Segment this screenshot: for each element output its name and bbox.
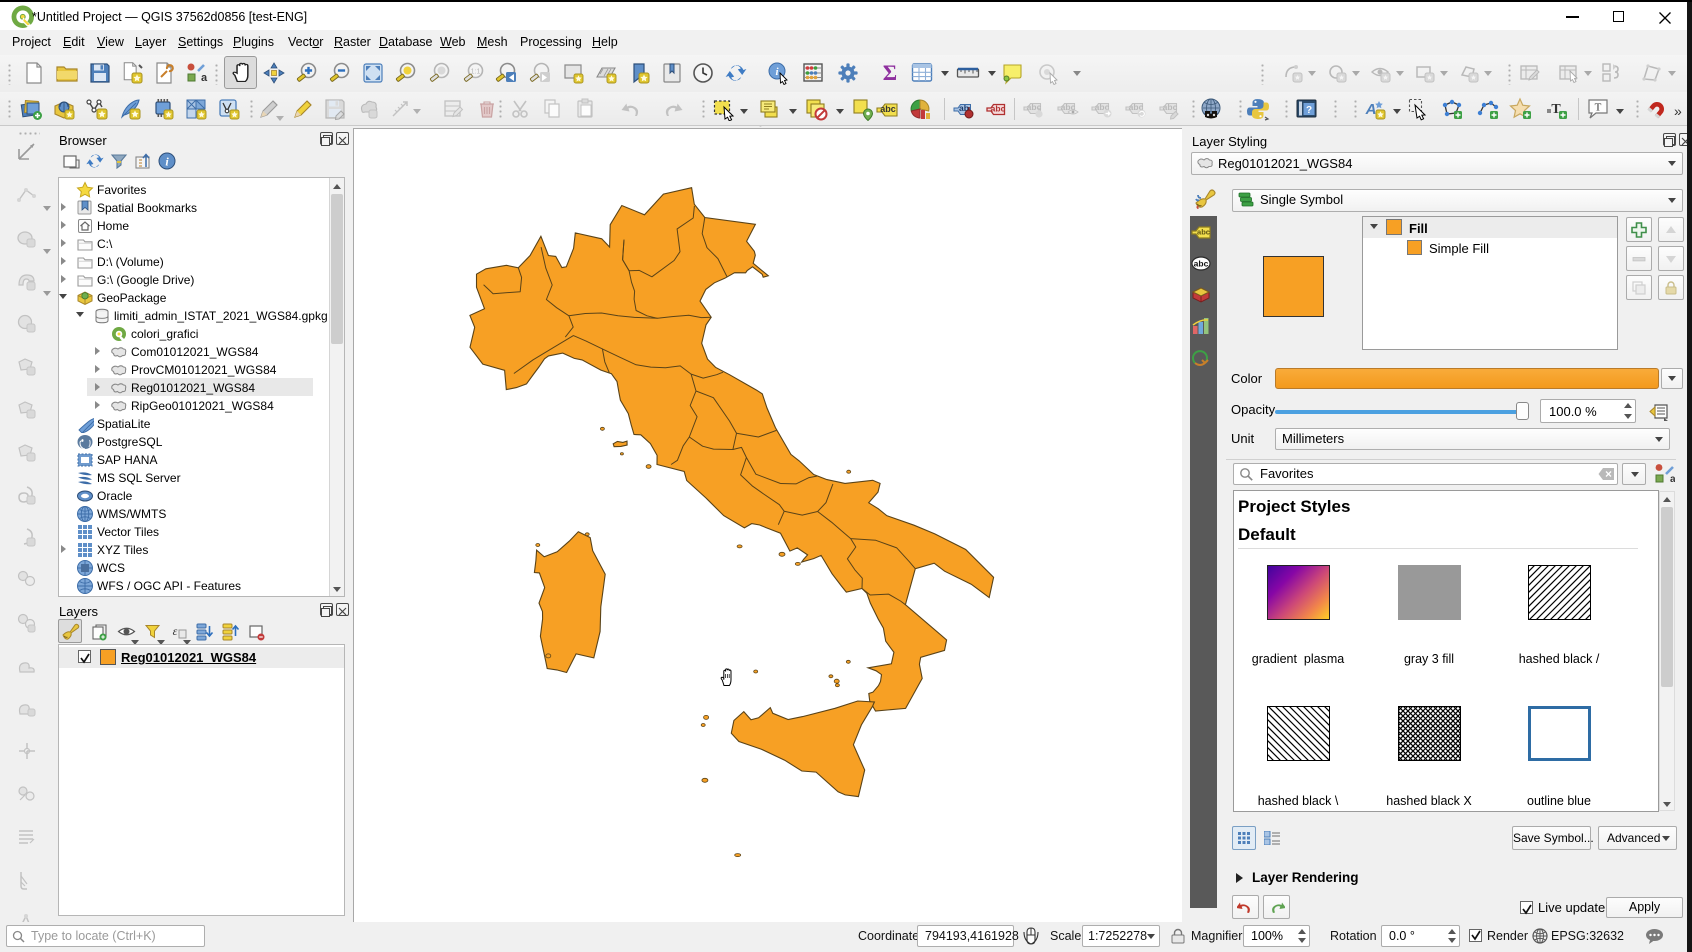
svg-text:a: a [1670,474,1675,484]
svg-text:T: T [1595,102,1602,114]
svg-text:a: a [201,72,208,84]
svg-text:?: ? [1306,105,1312,116]
svg-text:abc: abc [1194,259,1209,269]
svg-text:abc: abc [880,104,896,114]
svg-text:abc: abc [1163,102,1178,112]
svg-text:A: A [1365,101,1377,118]
svg-text:ε: ε [173,624,178,638]
svg-text:1:1: 1:1 [471,69,481,76]
svg-text:abc: abc [991,104,1006,114]
svg-text:Σ: Σ [883,61,897,85]
svg-text:abc: abc [1197,228,1210,237]
